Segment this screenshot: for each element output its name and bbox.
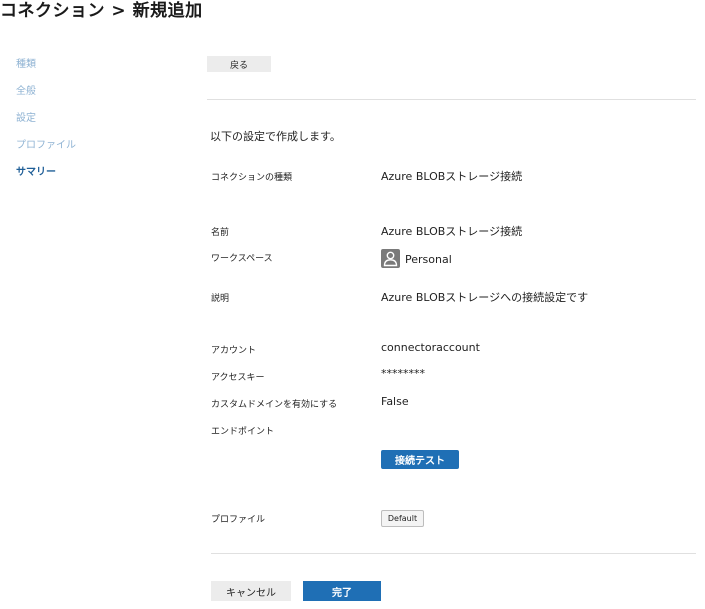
sidebar: 種類 全般 設定 プロファイル サマリー	[16, 58, 76, 193]
access-key-label: アクセスキー	[211, 373, 265, 383]
description-value: Azure BLOBストレージへの接続設定です	[381, 291, 589, 304]
page-title: コネクション > 新規追加	[0, 1, 203, 21]
divider	[207, 99, 696, 100]
workspace-label: ワークスペース	[211, 254, 273, 264]
profile-default-button[interactable]: Default	[381, 510, 424, 527]
connection-test-button[interactable]: 接続テスト	[381, 450, 459, 469]
description-label: 説明	[211, 294, 230, 304]
name-label: 名前	[211, 228, 230, 238]
profile-label: プロファイル	[211, 515, 266, 525]
sidebar-item-profile[interactable]: プロファイル	[16, 139, 76, 166]
connection-type-value: Azure BLOBストレージ接続	[381, 170, 523, 183]
workspace-value: Personal	[405, 253, 452, 266]
user-avatar-icon	[381, 249, 400, 268]
connection-type-label: コネクションの種類	[211, 173, 293, 183]
cancel-button[interactable]: キャンセル	[211, 581, 291, 601]
access-key-value: ********	[381, 367, 425, 380]
endpoint-label: エンドポイント	[211, 427, 275, 437]
custom-domain-label: カスタムドメインを有効にする	[211, 400, 338, 410]
finish-button[interactable]: 完了	[303, 581, 381, 601]
name-value: Azure BLOBストレージ接続	[381, 225, 523, 238]
sidebar-item-settings[interactable]: 設定	[16, 112, 76, 139]
sidebar-item-summary[interactable]: サマリー	[16, 166, 76, 193]
back-button[interactable]: 戻る	[207, 56, 271, 72]
summary-intro: 以下の設定で作成します。	[210, 130, 341, 143]
sidebar-item-type[interactable]: 種類	[16, 58, 76, 85]
account-label: アカウント	[211, 346, 257, 356]
divider	[211, 553, 696, 554]
custom-domain-value: False	[381, 395, 409, 408]
sidebar-item-general[interactable]: 全般	[16, 85, 76, 112]
account-value: connectoraccount	[381, 341, 480, 354]
